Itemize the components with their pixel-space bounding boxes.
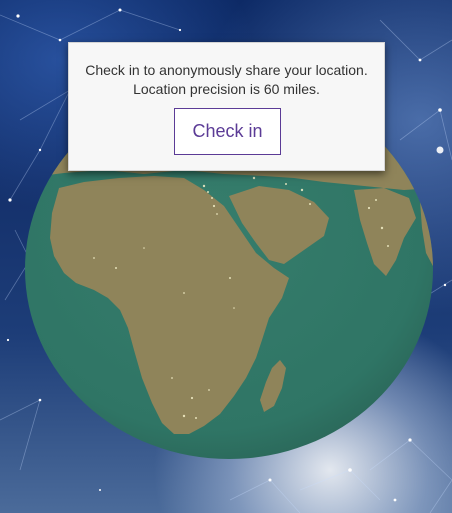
dialog-message-line-1: Check in to anonymously share your locat… xyxy=(85,62,368,78)
dialog-message: Check in to anonymously share your locat… xyxy=(69,61,384,99)
dialog-message-line-2: Location precision is 60 miles. xyxy=(133,81,320,97)
check-in-button[interactable]: Check in xyxy=(174,108,281,155)
check-in-dialog: Check in to anonymously share your locat… xyxy=(68,42,385,171)
